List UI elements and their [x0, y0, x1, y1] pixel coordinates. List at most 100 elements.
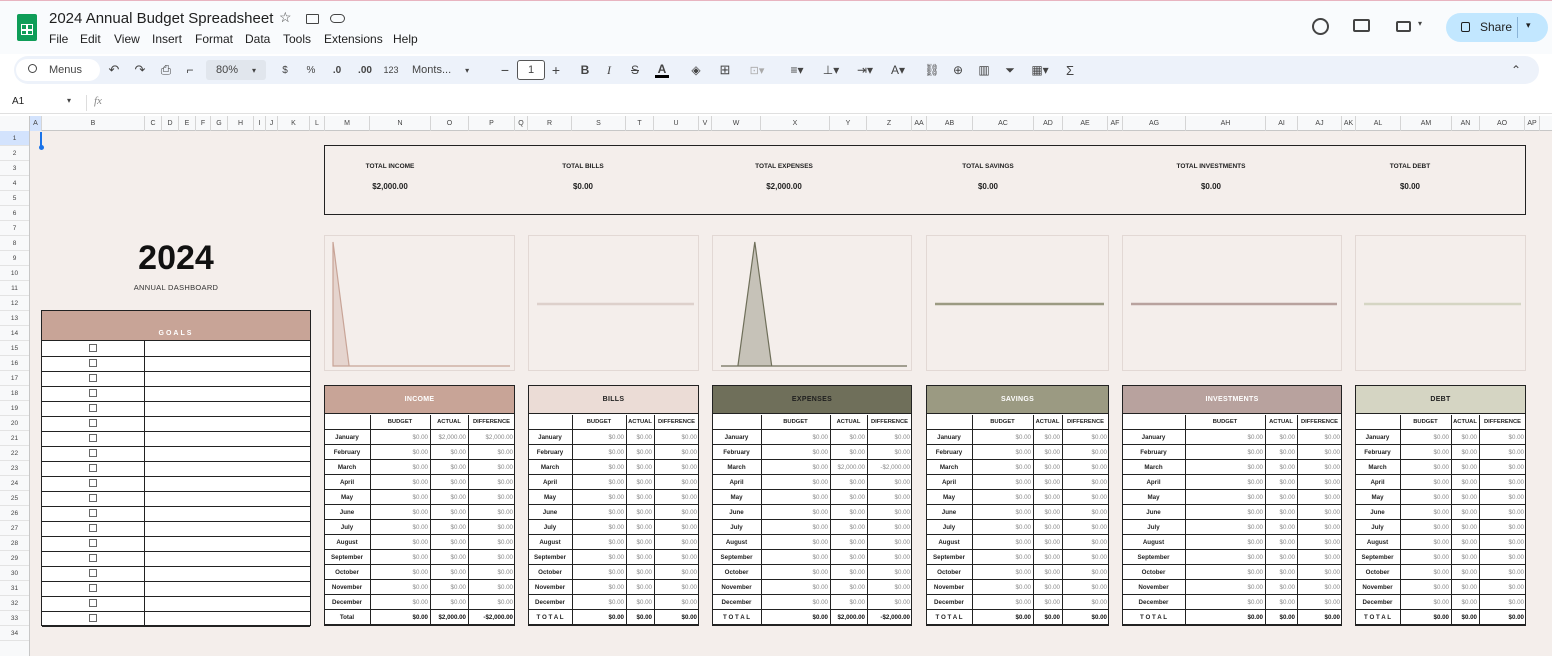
row-header-33[interactable]: 33: [0, 611, 29, 626]
table-cell[interactable]: $0.00: [371, 524, 428, 531]
goal-checkbox[interactable]: [89, 374, 97, 382]
zoom-select[interactable]: 80% ▾: [206, 60, 266, 80]
table-cell[interactable]: $0.00: [573, 599, 624, 606]
print-icon[interactable]: ⎙: [157, 56, 175, 84]
column-header-g[interactable]: G: [211, 116, 228, 131]
table-cell[interactable]: $0.00: [573, 524, 624, 531]
table-cell[interactable]: $0.00: [371, 569, 428, 576]
menu-tools[interactable]: Tools: [283, 32, 311, 46]
column-header-x[interactable]: X: [761, 116, 830, 131]
vertical-align-icon[interactable]: ⊥▾: [818, 56, 844, 84]
menu-data[interactable]: Data: [245, 32, 270, 46]
table-cell[interactable]: $0.00: [868, 599, 910, 606]
table-cell[interactable]: $0.00: [1452, 449, 1477, 456]
table-cell[interactable]: $0.00: [371, 449, 428, 456]
table-cell[interactable]: $0.00: [973, 539, 1031, 546]
table-cell[interactable]: $0.00: [973, 569, 1031, 576]
table-cell[interactable]: $0.00: [1298, 479, 1340, 486]
column-header-b[interactable]: B: [42, 116, 145, 131]
table-cell[interactable]: $0.00: [868, 494, 910, 501]
bold-icon[interactable]: B: [578, 56, 592, 84]
table-cell[interactable]: $0.00: [1298, 539, 1340, 546]
table-cell[interactable]: $0.00: [868, 524, 910, 531]
goal-checkbox[interactable]: [89, 344, 97, 352]
column-header-ab[interactable]: AB: [927, 116, 973, 131]
table-cell[interactable]: $0.00: [1266, 569, 1295, 576]
table-cell[interactable]: $0.00: [1452, 464, 1477, 471]
table-cell[interactable]: $0.00: [1034, 434, 1060, 441]
fill-color-icon[interactable]: ◈: [688, 56, 704, 84]
table-cell[interactable]: $0.00: [469, 524, 513, 531]
column-header-ai[interactable]: AI: [1266, 116, 1298, 131]
filter-icon[interactable]: ⏷: [1002, 56, 1018, 84]
goal-checkbox[interactable]: [89, 389, 97, 397]
table-cell[interactable]: $0.00: [573, 509, 624, 516]
table-cell[interactable]: $0.00: [1401, 434, 1449, 441]
share-dropdown-icon[interactable]: ▾: [1526, 20, 1531, 31]
table-cell[interactable]: $0.00: [371, 539, 428, 546]
table-cell[interactable]: $0.00: [1063, 434, 1107, 441]
goal-checkbox[interactable]: [89, 539, 97, 547]
table-cell[interactable]: $0.00: [762, 599, 828, 606]
column-header-d[interactable]: D: [162, 116, 179, 131]
number-format-button[interactable]: 123: [380, 56, 402, 84]
text-rotation-icon[interactable]: A▾: [884, 56, 912, 84]
column-header-aj[interactable]: AJ: [1298, 116, 1342, 131]
row-header-26[interactable]: 26: [0, 506, 29, 521]
currency-format-button[interactable]: $: [278, 56, 292, 84]
table-cell[interactable]: $0.00: [1480, 539, 1524, 546]
table-cell[interactable]: $0.00: [1401, 554, 1449, 561]
row-header-18[interactable]: 18: [0, 386, 29, 401]
table-cell[interactable]: $0.00: [762, 479, 828, 486]
column-header-p[interactable]: P: [469, 116, 515, 131]
table-cell[interactable]: $0.00: [655, 584, 697, 591]
meet-dropdown-icon[interactable]: ▾: [1418, 19, 1422, 28]
column-header-q[interactable]: Q: [515, 116, 528, 131]
table-cell[interactable]: $0.00: [627, 434, 652, 441]
table-cell[interactable]: $0.00: [1266, 509, 1295, 516]
goal-checkbox[interactable]: [89, 419, 97, 427]
row-header-9[interactable]: 9: [0, 251, 29, 266]
selection-handle[interactable]: [39, 145, 44, 150]
paint-format-icon[interactable]: ⌐: [182, 56, 198, 84]
menu-format[interactable]: Format: [195, 32, 233, 46]
table-cell[interactable]: $0.00: [627, 584, 652, 591]
table-cell[interactable]: $0.00: [627, 569, 652, 576]
table-cell[interactable]: $0.00: [573, 464, 624, 471]
table-cell[interactable]: $0.00: [973, 509, 1031, 516]
goal-checkbox[interactable]: [89, 479, 97, 487]
version-history-icon[interactable]: [1312, 18, 1329, 35]
table-cell[interactable]: $0.00: [573, 569, 624, 576]
row-header-22[interactable]: 22: [0, 446, 29, 461]
column-header-ah[interactable]: AH: [1186, 116, 1266, 131]
menu-extensions[interactable]: Extensions: [324, 32, 383, 46]
decrease-font-size-icon[interactable]: −: [498, 56, 512, 84]
table-cell[interactable]: $0.00: [1452, 569, 1477, 576]
table-cell[interactable]: $0.00: [655, 509, 697, 516]
table-cell[interactable]: $0.00: [1034, 464, 1060, 471]
undo-icon[interactable]: ↶: [106, 56, 122, 84]
horizontal-align-icon[interactable]: ≡▾: [784, 56, 810, 84]
table-cell[interactable]: $0.00: [655, 524, 697, 531]
goal-checkbox[interactable]: [89, 599, 97, 607]
table-cell[interactable]: $0.00: [973, 494, 1031, 501]
table-cell[interactable]: $0.00: [973, 599, 1031, 606]
column-header-h[interactable]: H: [228, 116, 254, 131]
table-cell[interactable]: $0.00: [1298, 434, 1340, 441]
table-cell[interactable]: $0.00: [1186, 539, 1263, 546]
filter-views-icon[interactable]: ▦▾: [1026, 56, 1054, 84]
sheet-grid[interactable]: 2024 ANNUAL DASHBOARD GOALS TOTAL INCOME…: [30, 131, 1552, 656]
row-header-4[interactable]: 4: [0, 176, 29, 191]
column-header-f[interactable]: F: [196, 116, 211, 131]
table-cell[interactable]: $0.00: [831, 449, 865, 456]
goal-checkbox[interactable]: [89, 554, 97, 562]
table-cell[interactable]: $0.00: [431, 449, 466, 456]
table-cell[interactable]: $0.00: [573, 449, 624, 456]
table-cell[interactable]: $0.00: [1266, 584, 1295, 591]
table-cell[interactable]: $0.00: [831, 494, 865, 501]
table-cell[interactable]: $2,000.00: [431, 434, 466, 441]
goal-checkbox[interactable]: [89, 449, 97, 457]
table-cell[interactable]: $0.00: [655, 554, 697, 561]
table-cell[interactable]: $0.00: [1034, 599, 1060, 606]
insert-comment-icon[interactable]: ⊕: [950, 56, 966, 84]
